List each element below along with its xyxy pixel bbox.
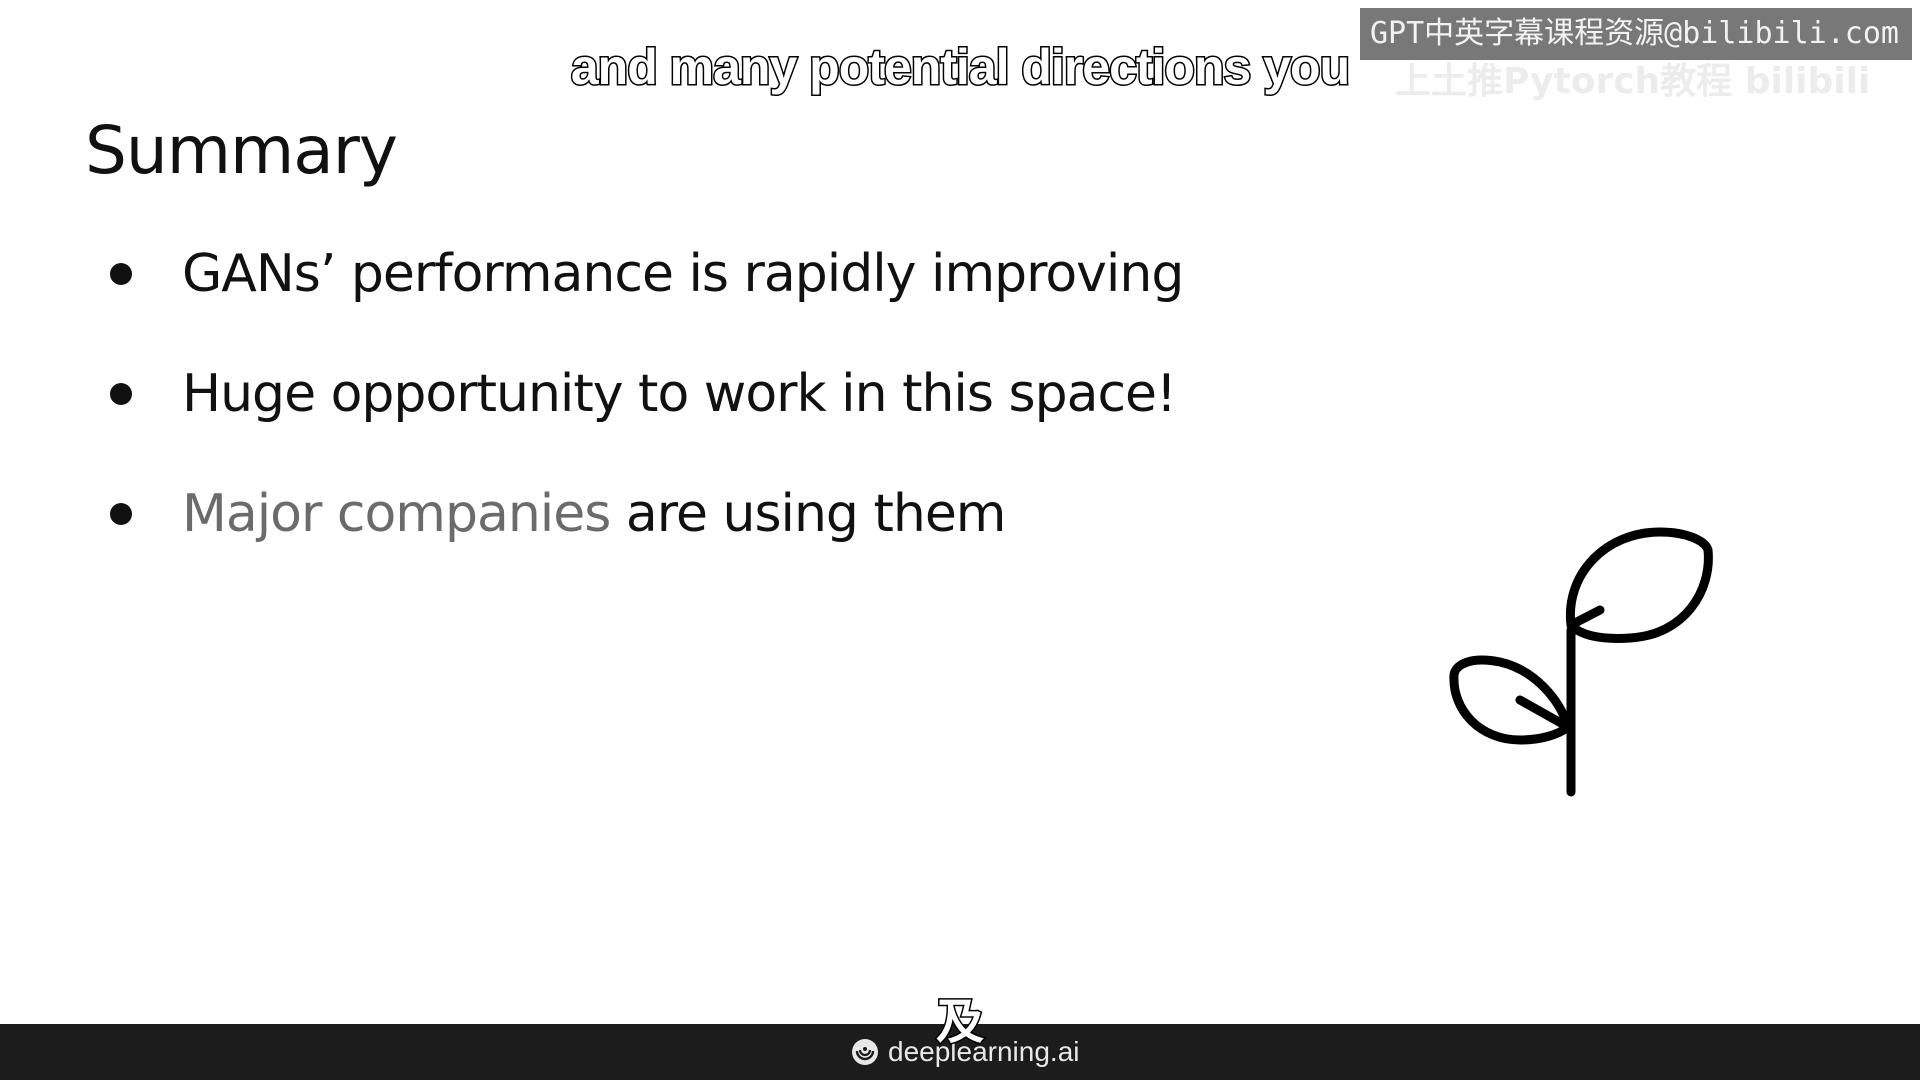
bullet-dot [110,503,132,525]
deeplearning-logo-icon [852,1039,878,1065]
bullet-text-rest: are using them [610,484,1007,544]
bullet-text: GANs’ performance is rapidly improving [182,244,1184,304]
bullet-text: Huge opportunity to work in this space! [182,364,1177,424]
sprout-icon [1449,527,1713,797]
chinese-subtitle: 及 [934,993,985,1052]
bullet-text-muted: Major companies [182,484,611,544]
watermark-ghost: 上土推Pytorch教程 bilibili [1395,61,1871,100]
bullet-item: Major companies are using them [110,484,1007,544]
bullet-text: Major companies are using them [182,484,1007,544]
slide-title: Summary [85,112,398,189]
bullet-item: GANs’ performance is rapidly improving [110,244,1184,304]
bullet-dot [110,383,132,405]
bullet-dot [110,263,132,285]
bullet-item: Huge opportunity to work in this space! [110,364,1177,424]
slide: Summary GANs’ performance is rapidly imp… [0,0,1920,1080]
